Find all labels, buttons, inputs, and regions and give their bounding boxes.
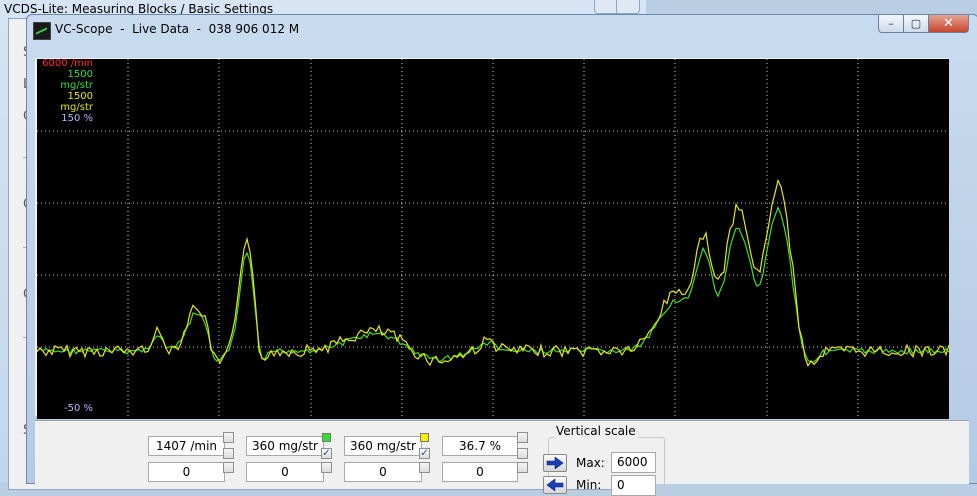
scope-frame: 6000 /min 1500 mg/str 1500 mg/str 150 % …	[35, 58, 949, 419]
arrow-right-icon	[546, 457, 564, 469]
scale-max-button[interactable]	[543, 454, 567, 472]
channel-2-reset-value[interactable]: 0	[246, 462, 324, 482]
legend-percent-top: 150 %	[61, 113, 93, 124]
channel-4-checkbox[interactable]	[517, 448, 528, 459]
channel-1-color-box[interactable]	[223, 432, 234, 443]
scale-min-button[interactable]	[543, 476, 567, 494]
background-window-controls[interactable]	[594, 0, 640, 14]
channel-controls-panel: 1407 /min 0 360 mg/str ✓ 0 360 mg/str ✓ …	[35, 420, 969, 496]
minimize-button[interactable]: –	[878, 15, 904, 33]
channel-3-color-swatch[interactable]	[420, 433, 429, 442]
channel-4-reset-value[interactable]: 0	[442, 462, 518, 482]
scope-app-icon	[33, 22, 51, 40]
legend-yellow-mgstr: 1500 mg/str	[60, 91, 93, 113]
channel-4-color-box[interactable]	[517, 432, 528, 443]
channel-4-reset-checkbox[interactable]	[517, 462, 528, 473]
channel-3-reset-value[interactable]: 0	[344, 462, 422, 482]
channel-1-reset-checkbox[interactable]	[223, 462, 234, 473]
channel-2-checkbox[interactable]: ✓	[321, 448, 332, 459]
channel-3-reset-checkbox[interactable]	[419, 462, 430, 473]
channel-4-value: 36.7 %	[442, 436, 518, 456]
channel-3-checkbox[interactable]: ✓	[419, 448, 430, 459]
arrow-left-icon	[546, 479, 564, 491]
min-label: Min:	[576, 478, 602, 492]
window-controls: – ▢ ✕	[878, 15, 969, 35]
legend-green-mgstr: 1500 mg/str	[60, 69, 93, 91]
channel-1-checkbox[interactable]	[223, 448, 234, 459]
channel-2-color-swatch[interactable]	[322, 433, 331, 442]
channel-2-reset-checkbox[interactable]	[321, 462, 332, 473]
window-title: VC-Scope - Live Data - 038 906 012 M	[55, 22, 300, 36]
legend-percent-bottom: -50 %	[63, 403, 93, 414]
max-label: Max:	[576, 456, 605, 470]
legend-rpm: 6000 /min	[42, 58, 93, 69]
maximize-button[interactable]: ▢	[904, 15, 929, 33]
channel-3-value: 360 mg/str	[344, 436, 422, 456]
vc-scope-window[interactable]: VC-Scope - Live Data - 038 906 012 M – ▢…	[26, 14, 977, 496]
channel-1-reset-value[interactable]: 0	[148, 462, 225, 482]
close-button[interactable]: ✕	[929, 15, 969, 33]
channel-2-value: 360 mg/str	[246, 436, 324, 456]
max-input[interactable]: 6000	[611, 452, 656, 473]
scope-plot	[37, 59, 949, 419]
min-input[interactable]: 0	[611, 475, 656, 496]
scope-legend: 6000 /min 1500 mg/str 1500 mg/str 150 %	[37, 58, 93, 124]
channel-1-value: 1407 /min	[148, 436, 225, 456]
vertical-scale-label: Vertical scale	[554, 424, 638, 438]
